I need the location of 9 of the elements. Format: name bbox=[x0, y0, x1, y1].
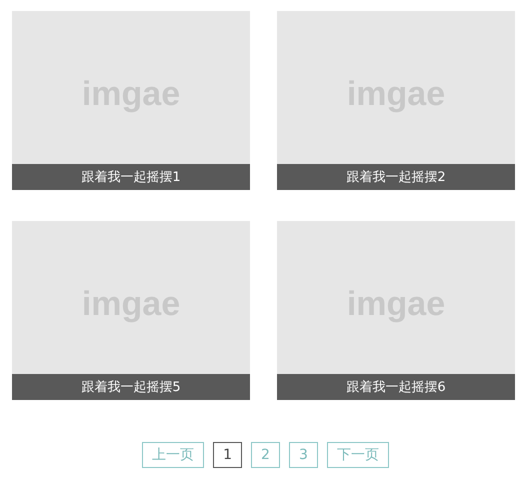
card-caption: 跟着我一起摇摆1 bbox=[12, 164, 250, 190]
previous-page-button[interactable]: 上一页 bbox=[142, 442, 204, 468]
page-number-button[interactable]: 1 bbox=[213, 442, 242, 468]
card-caption: 跟着我一起摇摆6 bbox=[277, 374, 515, 400]
card-caption: 跟着我一起摇摆2 bbox=[277, 164, 515, 190]
page-number-button[interactable]: 3 bbox=[288, 442, 318, 468]
next-page-button[interactable]: 下一页 bbox=[326, 442, 389, 468]
card-caption: 跟着我一起摇摆5 bbox=[12, 374, 250, 400]
page-number-button[interactable]: 2 bbox=[251, 442, 280, 468]
